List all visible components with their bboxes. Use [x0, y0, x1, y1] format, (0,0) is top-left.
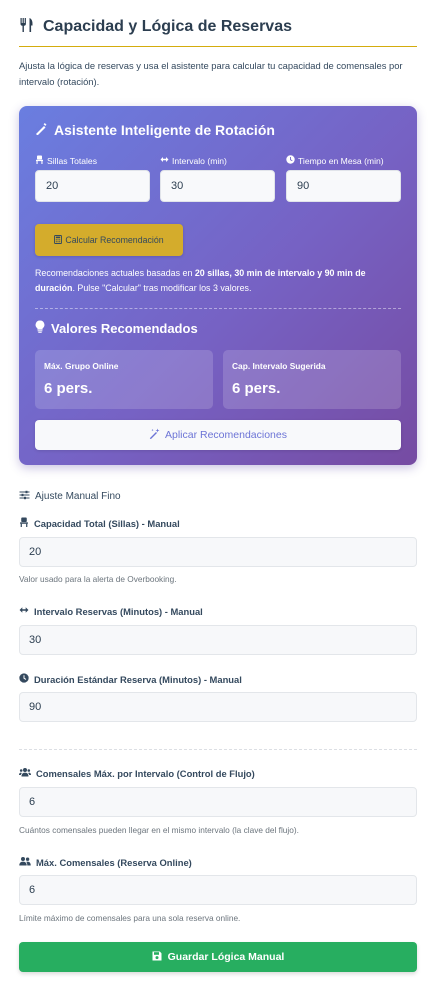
max-online-input[interactable]: 6: [19, 875, 417, 905]
sliders-icon: [19, 490, 30, 503]
card-divider: [35, 308, 401, 309]
recommended-values-title: Valores Recomendados: [35, 320, 198, 336]
manual-duration-label: Duración Estándar Reserva (Minutos) - Ma…: [19, 673, 242, 685]
magic-icon: [149, 428, 160, 442]
calculator-icon: [54, 234, 63, 246]
chairs-label: Sillas Totales: [35, 155, 97, 166]
manual-duration-input[interactable]: 90: [19, 692, 417, 722]
magic-wand-icon: [35, 122, 48, 138]
max-per-interval-label: Comensales Máx. por Intervalo (Control d…: [19, 767, 255, 779]
chair-icon: [35, 155, 44, 166]
interval-highlight: 30 min de intervalo: [234, 268, 315, 278]
max-per-interval-input[interactable]: 6: [19, 787, 417, 817]
chair-icon: [19, 517, 29, 529]
chairs-total-input[interactable]: 20: [35, 170, 150, 202]
table-time-input[interactable]: 90: [286, 170, 401, 202]
manual-interval-label: Intervalo Reservas (Minutos) - Manual: [19, 605, 203, 617]
max-online-help: Límite máximo de comensales para una sol…: [19, 913, 241, 923]
manual-adjust-heading: Ajuste Manual Fino: [19, 490, 121, 503]
save-manual-logic-button[interactable]: Guardar Lógica Manual: [19, 942, 417, 972]
arrows-h-icon: [19, 605, 29, 617]
interval-label: Intervalo (min): [160, 155, 227, 166]
user-friends-icon: [19, 856, 31, 868]
recommendation-summary: Recomendaciones actuales basadas en 20 s…: [35, 268, 366, 293]
manual-divider: [19, 749, 417, 750]
manual-capacity-input[interactable]: 20: [19, 537, 417, 567]
users-icon: [19, 767, 31, 779]
manual-interval-input[interactable]: 30: [19, 625, 417, 655]
manual-capacity-label: Capacidad Total (Sillas) - Manual: [19, 517, 180, 529]
intro-text: Ajusta la lógica de reservas y usa el as…: [19, 60, 403, 87]
page-title-text: Capacidad y Lógica de Reservas: [43, 18, 292, 35]
manual-capacity-help: Valor usado para la alerta de Overbookin…: [19, 574, 177, 584]
title-divider: [19, 46, 417, 47]
max-group-online-value: 6 pers.: [44, 380, 93, 397]
assistant-title: Asistente Inteligente de Rotación: [35, 122, 275, 138]
page-title: Capacidad y Lógica de Reservas: [19, 16, 292, 38]
interval-capacity-box: Cap. Intervalo Sugerida 6 pers.: [223, 350, 401, 409]
table-time-label: Tiempo en Mesa (min): [286, 155, 384, 166]
chairs-highlight: 20 sillas: [194, 268, 230, 278]
lightbulb-icon: [35, 320, 45, 336]
clock-icon: [19, 673, 29, 685]
max-online-label: Máx. Comensales (Reserva Online): [19, 856, 192, 868]
max-per-interval-help: Cuántos comensales pueden llegar en el m…: [19, 825, 299, 835]
calculate-recommendation-button[interactable]: Calcular Recomendación: [35, 224, 183, 256]
clock-icon: [286, 155, 295, 166]
max-group-online-box: Máx. Grupo Online 6 pers.: [35, 350, 213, 409]
interval-input[interactable]: 30: [160, 170, 275, 202]
rotation-assistant-card: Asistente Inteligente de Rotación Sillas…: [19, 106, 417, 465]
interval-capacity-value: 6 pers.: [232, 380, 281, 397]
save-icon: [152, 951, 162, 964]
utensils-icon: [19, 17, 35, 38]
assistant-title-text: Asistente Inteligente de Rotación: [54, 122, 275, 138]
arrows-h-icon: [160, 155, 169, 166]
apply-recommendations-button[interactable]: Aplicar Recomendaciones: [35, 420, 401, 450]
